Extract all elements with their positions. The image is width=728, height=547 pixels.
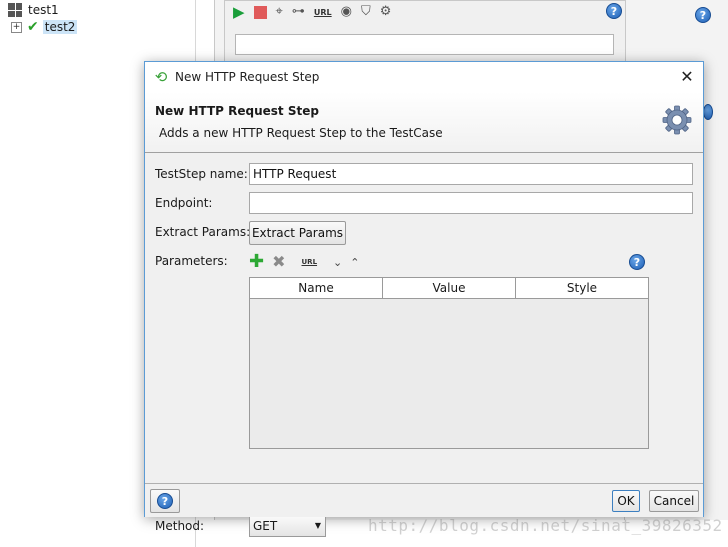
dialog-body: TestStep name: Endpoint: Extract Params:… (145, 153, 703, 537)
background-toolbar: ▶ ⌖ ⊶ URL ◉ ⛉ ⚙ (233, 1, 391, 23)
tree-item-label: test2 (42, 20, 78, 34)
close-button[interactable]: ✕ (677, 67, 697, 87)
dialog-title: New HTTP Request Step (175, 70, 320, 84)
tree-item-test2[interactable]: + ✔ test2 (11, 18, 78, 36)
target-icon[interactable]: ⌖ (276, 4, 283, 20)
endpoint-input[interactable] (235, 34, 614, 55)
table-header: Name Value Style (250, 278, 648, 299)
add-icon[interactable]: ✚ (249, 253, 264, 271)
tree-item-test1[interactable]: test1 (8, 1, 61, 19)
shield-icon[interactable]: ⛉ (361, 4, 371, 20)
move-down-icon[interactable]: ⌄ (333, 256, 342, 269)
url-params-icon[interactable]: URL (302, 258, 318, 266)
settings-circle-icon[interactable]: ◉ (341, 4, 352, 20)
gear-icon[interactable]: ⚙ (380, 4, 392, 20)
chevron-down-icon: ▼ (314, 521, 321, 530)
method-value: GET (253, 519, 278, 533)
help-icon[interactable]: ? (606, 3, 622, 19)
method-label: Method: (155, 519, 205, 533)
dialog-titlebar[interactable]: ⟲ New HTTP Request Step ✕ (145, 62, 703, 92)
extract-params-button[interactable]: Extract Params (249, 221, 346, 245)
cancel-button[interactable]: Cancel (649, 490, 699, 512)
help-icon[interactable]: ? (629, 254, 645, 270)
key-icon[interactable]: ⊶ (292, 4, 305, 20)
column-header-name[interactable]: Name (250, 278, 383, 298)
expand-icon[interactable]: + (11, 21, 22, 33)
dialog-header: New HTTP Request Step Adds a new HTTP Re… (145, 92, 703, 153)
parameters-toolbar: ✚ ✖ URL ⌄ ⌃ (249, 253, 359, 271)
delete-icon[interactable]: ✖ (272, 253, 285, 271)
parameters-table[interactable]: Name Value Style (249, 277, 649, 449)
help-icon[interactable]: ? (695, 7, 711, 23)
move-up-icon[interactable]: ⌃ (350, 256, 359, 269)
soapui-logo-icon: ⟲ (154, 68, 168, 86)
stop-icon[interactable] (253, 5, 267, 19)
help-button[interactable]: ? (150, 489, 180, 513)
tree-item-label: test1 (28, 3, 59, 17)
gear-icon (662, 105, 692, 135)
parameters-label: Parameters: (155, 254, 228, 268)
method-select[interactable]: GET ▼ (249, 515, 326, 537)
url-icon[interactable]: URL (314, 8, 332, 17)
header-title: New HTTP Request Step (155, 104, 319, 118)
check-icon: ✔ (27, 19, 39, 35)
teststep-name-input[interactable] (249, 163, 693, 185)
header-subtitle: Adds a new HTTP Request Step to the Test… (159, 126, 443, 140)
dialog-footer: ? OK Cancel (145, 483, 703, 517)
endpoint-input[interactable] (249, 192, 693, 214)
watermark: http://blog.csdn.net/sinat_39826352 (368, 516, 723, 535)
run-icon[interactable]: ▶ (233, 4, 245, 20)
endpoint-label: Endpoint: (155, 196, 213, 210)
teststep-name-label: TestStep name: (155, 167, 248, 181)
help-icon: ? (157, 493, 173, 509)
column-header-style[interactable]: Style (516, 278, 648, 298)
help-icon[interactable] (703, 104, 713, 120)
column-header-value[interactable]: Value (383, 278, 516, 298)
extract-params-label: Extract Params: (155, 225, 251, 239)
ok-button[interactable]: OK (612, 490, 640, 512)
grid-icon (8, 3, 22, 17)
new-http-request-dialog: ⟲ New HTTP Request Step ✕ New HTTP Reque… (144, 61, 704, 537)
